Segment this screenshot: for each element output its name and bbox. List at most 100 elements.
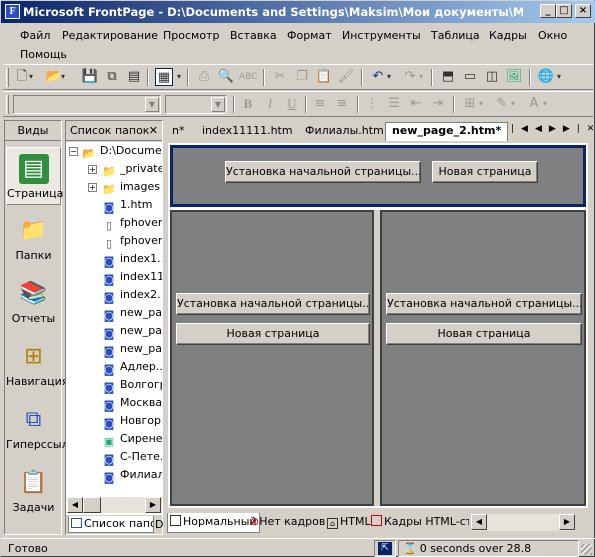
hyperlink-icon[interactable]: 🌐 <box>537 68 555 86</box>
folder-list-tab[interactable]: Список папок <box>68 516 154 533</box>
file-item[interactable]: ▯ fphover... <box>102 233 162 251</box>
menu-window[interactable]: Окно <box>538 29 567 42</box>
folder-item[interactable]: 📁 _private <box>102 161 162 179</box>
numbering-icon[interactable]: ⋮ <box>363 95 381 113</box>
minimize-button[interactable]: _ <box>540 4 556 18</box>
menu-table[interactable]: Таблица <box>431 29 480 42</box>
web-component-icon[interactable]: ⬒ <box>439 68 457 86</box>
menu-file[interactable]: Файл <box>20 29 50 42</box>
menu-insert[interactable]: Вставка <box>230 29 277 42</box>
document-scrollbar[interactable]: ◀ ▶ <box>471 514 575 531</box>
view-page[interactable]: ▤ Страница <box>6 147 63 205</box>
dropdown-arrow-icon[interactable]: ▾ <box>59 68 67 86</box>
copy-icon[interactable]: ❐ <box>293 68 311 86</box>
italic-icon[interactable]: I <box>261 95 279 113</box>
next-tab-icon[interactable]: ▶ <box>549 124 563 134</box>
file-item[interactable]: ◙ Волгогр... <box>102 377 162 395</box>
file-item[interactable]: ◙ Москва... <box>102 395 162 413</box>
tab-new-page-2[interactable]: new_page_2.htm* <box>385 122 509 141</box>
format-painter-icon[interactable]: 🖌 <box>337 68 355 86</box>
save-icon[interactable]: 💾 <box>81 68 99 86</box>
navigation-tab[interactable]: D <box>155 518 163 531</box>
dropdown-arrow-icon[interactable]: ▾ <box>175 68 183 86</box>
scroll-right-icon[interactable]: ▶ <box>559 514 575 530</box>
scroll-left-icon[interactable]: ◀ <box>67 497 83 513</box>
insert-table-icon[interactable]: ▭ <box>461 68 479 86</box>
insert-layer-icon[interactable]: ◫ <box>483 68 501 86</box>
dropdown-arrow-icon[interactable]: ▾ <box>27 68 35 86</box>
align-left-icon[interactable]: ≡ <box>311 95 329 113</box>
chevron-down-icon[interactable]: ▼ <box>145 97 159 112</box>
file-item[interactable]: ◙ new_pa... <box>102 323 162 341</box>
new-page-button[interactable]: Новая страница <box>176 323 370 345</box>
tab-filialy[interactable]: Филиалы.htm <box>299 123 390 140</box>
bullets-icon[interactable]: ☰ <box>385 95 403 113</box>
dropdown-arrow-icon[interactable]: ▾ <box>417 68 425 86</box>
prev-tab-icon[interactable]: ◀ <box>535 124 549 134</box>
view-tasks[interactable]: 📋 Задачи <box>6 462 61 520</box>
cut-icon[interactable]: ✂ <box>271 68 289 86</box>
menu-edit[interactable]: Редактирование <box>62 29 158 42</box>
publish-icon[interactable]: ⧉ <box>103 68 121 86</box>
folder-list-icon[interactable]: ▤ <box>125 68 143 86</box>
scroll-thumb[interactable] <box>83 497 101 513</box>
file-item[interactable]: ◙ 1.htm <box>102 197 153 215</box>
tab-index11111[interactable]: index11111.htm <box>196 123 299 140</box>
set-initial-page-button[interactable]: Установка начальной страницы... <box>386 293 582 315</box>
file-item[interactable]: ◙ new_pa... <box>102 305 162 323</box>
bold-icon[interactable]: B <box>239 95 257 113</box>
folder-list-scrollbar[interactable]: ◀ ▶ <box>67 497 162 513</box>
expand-icon[interactable]: + <box>88 183 97 192</box>
frame-right[interactable]: Установка начальной страницы... Новая ст… <box>380 210 586 506</box>
view-tab-frames-html[interactable]: Кадры HTML-стр <box>371 513 469 533</box>
close-document-icon[interactable]: ✕ <box>587 124 595 134</box>
folder-item[interactable]: 📁 images <box>102 179 160 197</box>
decrease-indent-icon[interactable]: ⇤ <box>407 95 425 113</box>
insert-picture-icon[interactable]: 🖼 <box>505 68 523 86</box>
dropdown-arrow-icon[interactable]: ▾ <box>477 95 485 113</box>
file-item[interactable]: ◙ Филиал... <box>102 467 162 485</box>
spelling-icon[interactable]: ABC <box>239 68 257 86</box>
dropdown-arrow-icon[interactable]: ▾ <box>385 68 393 86</box>
view-reports[interactable]: 📚 Отчеты <box>6 273 61 331</box>
dropdown-arrow-icon[interactable]: ▾ <box>509 95 517 113</box>
close-icon[interactable]: ✕ <box>149 121 158 141</box>
set-initial-page-button[interactable]: Установка начальной страницы... <box>225 161 421 183</box>
print-icon[interactable]: ⎙ <box>195 68 213 86</box>
file-item[interactable]: ◙ С-Пете... <box>102 449 162 467</box>
frame-left[interactable]: Установка начальной страницы... Новая ст… <box>170 210 374 506</box>
scroll-left-icon[interactable]: ◀ <box>471 514 487 530</box>
view-folders[interactable]: 📁 Папки <box>6 210 61 268</box>
toolbar-grip[interactable] <box>6 95 9 114</box>
view-tab-html[interactable]: ⌂ HTML <box>327 513 371 533</box>
first-tab-icon[interactable]: |◀ <box>511 124 535 134</box>
view-tab-normal[interactable]: Нормальный <box>167 513 260 533</box>
file-item[interactable]: ◙ index1... <box>102 251 162 269</box>
frontpage-icon[interactable]: F <box>5 4 20 19</box>
underline-icon[interactable]: U <box>283 95 301 113</box>
new-page-button[interactable]: Новая страница <box>386 323 582 345</box>
views-bar-icon[interactable]: ▦ <box>155 68 173 86</box>
new-page-button[interactable]: Новая страница <box>432 161 538 183</box>
file-item[interactable]: ◙ Адлер... <box>102 359 162 377</box>
dropdown-arrow-icon[interactable]: ▾ <box>555 68 563 86</box>
increase-indent-icon[interactable]: ⇥ <box>429 95 447 113</box>
resize-grip[interactable] <box>581 544 592 555</box>
menu-view[interactable]: Просмотр <box>163 29 219 42</box>
align-center-icon[interactable]: ≡ <box>333 95 351 113</box>
set-initial-page-button[interactable]: Установка начальной страницы... <box>176 293 370 315</box>
paste-icon[interactable]: 📋 <box>315 68 333 86</box>
tab-page-1[interactable]: n* <box>166 123 190 140</box>
style-select[interactable]: ▼ <box>13 95 161 114</box>
menu-frames[interactable]: Кадры <box>489 29 527 42</box>
title-bar[interactable]: F Microsoft FrontPage - D:\Documents and… <box>1 1 595 23</box>
menu-tools[interactable]: Инструменты <box>342 29 421 42</box>
view-hyperlinks[interactable]: ⧉ Гиперссылки <box>6 399 82 457</box>
file-item[interactable]: ◙ Новгор... <box>102 413 162 431</box>
font-size-select[interactable]: ▼ <box>165 95 227 114</box>
chevron-down-icon[interactable]: ▼ <box>211 97 225 112</box>
frame-top[interactable]: Установка начальной страницы... Новая ст… <box>170 145 586 207</box>
file-item[interactable]: ▯ fphover... <box>102 215 162 233</box>
scroll-right-icon[interactable]: ▶ <box>145 497 161 513</box>
tree-root[interactable]: 📂D:\Documents... <box>82 143 162 161</box>
